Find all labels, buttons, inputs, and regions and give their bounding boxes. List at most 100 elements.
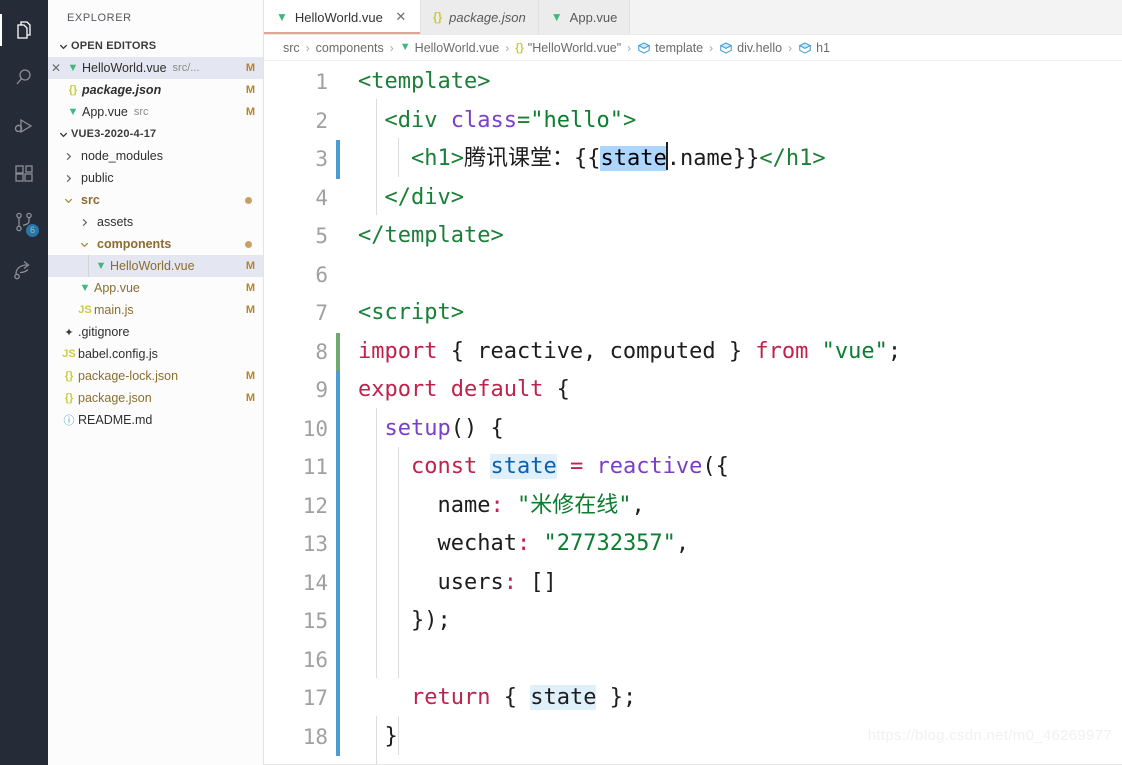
- chevron-down-icon: [55, 126, 71, 142]
- line-number: 11: [302, 455, 328, 479]
- tree-row-package-json[interactable]: {} package.json M: [48, 387, 263, 409]
- tree-row-babel-config[interactable]: JS babel.config.js: [48, 343, 263, 365]
- code-line[interactable]: 13 wechat: "27732357",: [264, 525, 1122, 564]
- code-line[interactable]: 10 setup() {: [264, 409, 1122, 448]
- code-text: return { state };: [410, 685, 637, 710]
- breadcrumb-label: template: [655, 40, 704, 55]
- breadcrumb-item-div-hello[interactable]: div.hello: [719, 41, 782, 55]
- code-line[interactable]: 6: [264, 256, 1122, 295]
- open-editor-label: HelloWorld.vue: [82, 61, 167, 75]
- search-icon: [12, 66, 36, 90]
- breadcrumb-item-template[interactable]: template: [637, 41, 703, 55]
- json-file-icon: {}: [68, 84, 78, 96]
- tree-label: babel.config.js: [78, 347, 158, 361]
- gutter-marker: [336, 256, 340, 295]
- tree-row-gitignore[interactable]: ✦ .gitignore: [48, 321, 263, 343]
- tree-label: main.js: [94, 303, 134, 317]
- line-number: 2: [315, 108, 328, 133]
- breadcrumb-item-helloworld-vue[interactable]: ▼ HelloWorld.vue: [400, 41, 499, 55]
- code-line[interactable]: 4 </div>: [264, 179, 1122, 218]
- breadcrumb-item-h1[interactable]: h1: [798, 41, 830, 55]
- breadcrumb-item-src[interactable]: src: [283, 41, 300, 55]
- code-line[interactable]: 15 });: [264, 602, 1122, 641]
- line-number: 1: [315, 70, 328, 94]
- open-editor-row-packagejson[interactable]: {} package.json M: [48, 79, 263, 101]
- tab-bar-empty-space: [630, 0, 1122, 34]
- vue-file-icon: ▼: [67, 61, 79, 74]
- code-line[interactable]: 14 users: []: [264, 563, 1122, 602]
- tree-row-package-lock-json[interactable]: {} package-lock.json M: [48, 365, 263, 387]
- code-line[interactable]: 5 </template>: [264, 217, 1122, 256]
- chevron-right-icon[interactable]: [60, 148, 76, 164]
- code-text: setup() {: [384, 415, 504, 441]
- code-text: <template>: [358, 69, 491, 94]
- activity-item-explorer[interactable]: [0, 6, 48, 54]
- activity-item-remote-explorer[interactable]: [0, 246, 48, 294]
- line-number: 17: [302, 686, 328, 710]
- js-file-icon: JS: [62, 348, 76, 360]
- indent-guide: [88, 255, 89, 277]
- tree-row-app-vue[interactable]: ▼ App.vue M: [48, 277, 263, 299]
- chevron-down-icon: [55, 38, 71, 54]
- code-line[interactable]: 11 const state = reactive({: [264, 448, 1122, 487]
- tree-row-helloworld-vue[interactable]: ▼ HelloWorld.vue M: [48, 255, 263, 277]
- tree-label: public: [81, 171, 114, 185]
- open-editors-header[interactable]: OPEN EDITORS: [48, 35, 263, 57]
- tab-package-json[interactable]: {} package.json: [420, 0, 539, 34]
- line-number: 9: [315, 378, 328, 402]
- explorer-sidebar: EXPLORER OPEN EDITORS ✕ ▼ HelloWorld.vue…: [48, 0, 264, 765]
- tree-row-components[interactable]: components: [48, 233, 263, 255]
- close-icon[interactable]: ✕: [48, 61, 64, 75]
- activity-item-run-debug[interactable]: [0, 102, 48, 150]
- close-icon[interactable]: ✕: [394, 9, 408, 25]
- tab-helloworld-vue[interactable]: ▼ HelloWorld.vue ✕: [264, 0, 421, 34]
- tree-row-public[interactable]: public: [48, 167, 263, 189]
- tree-label: components: [97, 237, 172, 251]
- tree-row-main-js[interactable]: JS main.js M: [48, 299, 263, 321]
- open-editor-row-helloworld[interactable]: ✕ ▼ HelloWorld.vue src/... M: [48, 57, 263, 79]
- code-editor[interactable]: 1 <template> 2 <div class="hello"> 3 <h1…: [264, 61, 1122, 765]
- line-number: 15: [302, 609, 328, 633]
- chevron-right-icon[interactable]: [60, 170, 76, 186]
- code-line[interactable]: 8 import { reactive, computed } from "vu…: [264, 332, 1122, 371]
- remote-explorer-icon: [12, 258, 36, 282]
- chevron-down-icon[interactable]: [76, 236, 92, 252]
- code-text: name: "米修在线",: [437, 492, 645, 518]
- tree-row-node-modules[interactable]: node_modules: [48, 145, 263, 167]
- tree-row-assets[interactable]: assets: [48, 211, 263, 233]
- chevron-right-icon[interactable]: [76, 214, 92, 230]
- breadcrumb-item-file-symbol[interactable]: {} "HelloWorld.vue": [515, 41, 621, 55]
- code-text: </template>: [358, 223, 504, 248]
- code-line[interactable]: 12 name: "米修在线",: [264, 486, 1122, 525]
- tree-row-readme[interactable]: ⓘ README.md: [48, 409, 263, 431]
- tab-label: App.vue: [569, 9, 618, 25]
- open-editor-row-appvue[interactable]: ▼ App.vue src M: [48, 101, 263, 123]
- activity-item-extensions[interactable]: [0, 150, 48, 198]
- code-line[interactable]: 9 export default {: [264, 371, 1122, 410]
- line-number: 10: [302, 416, 328, 441]
- code-line[interactable]: 1 <template>: [264, 63, 1122, 102]
- vscode-window: 6 EXPLORER OPEN EDITORS ✕ ▼ HelloWorld.v…: [0, 0, 1122, 765]
- code-line-active[interactable]: 3 <h1>腾讯课堂：{{state.name}}</h1>: [264, 140, 1122, 179]
- chevron-right-icon: ›: [389, 40, 394, 55]
- code-line[interactable]: 17 return { state };: [264, 679, 1122, 718]
- code-lines: 1 <template> 2 <div class="hello"> 3 <h1…: [264, 61, 1122, 756]
- tree-label: package.json: [78, 391, 152, 405]
- open-editor-label: App.vue: [82, 105, 128, 119]
- activity-item-source-control[interactable]: 6: [0, 198, 48, 246]
- source-control-badge: 6: [25, 223, 40, 238]
- breadcrumb-item-components[interactable]: components: [316, 41, 384, 55]
- tree-row-src[interactable]: src: [48, 189, 263, 211]
- status-badge: M: [245, 282, 255, 294]
- chevron-down-icon[interactable]: [60, 192, 76, 208]
- tree-label: node_modules: [81, 149, 164, 163]
- code-line[interactable]: 7 <script>: [264, 294, 1122, 333]
- tab-app-vue[interactable]: ▼ App.vue: [538, 0, 631, 34]
- chevron-right-icon: ›: [505, 40, 510, 55]
- code-line[interactable]: 2 <div class="hello">: [264, 102, 1122, 141]
- vue-file-icon: ▼: [550, 10, 563, 24]
- project-folder-header[interactable]: VUE3-2020-4-17: [48, 123, 263, 145]
- code-line[interactable]: 16: [264, 640, 1122, 679]
- activity-item-search[interactable]: [0, 54, 48, 102]
- explorer-icon: [12, 18, 36, 42]
